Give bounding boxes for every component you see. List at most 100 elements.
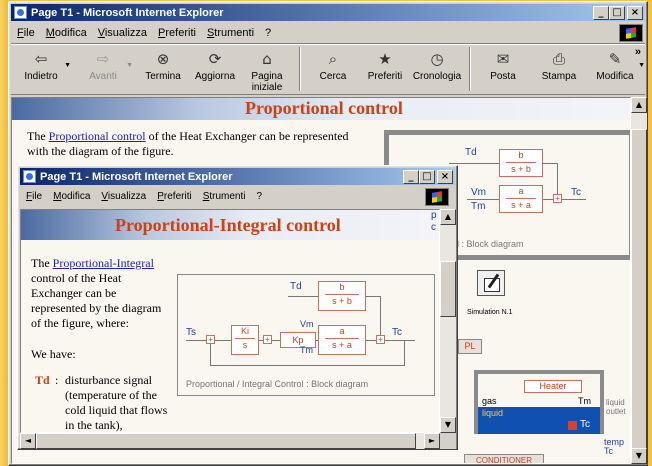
pi-diagram-caption: Proportional / Integral Control : Block …: [186, 379, 369, 389]
forward-button[interactable]: ⇨ Avanti ▼: [77, 44, 133, 82]
inner-menu-visualizza[interactable]: Visualizza: [101, 191, 146, 202]
menu-visualizza[interactable]: Visualizza: [98, 27, 147, 39]
menu-file[interactable]: File: [17, 27, 35, 39]
outer-vertical-scrollbar[interactable]: ▲ ▼: [631, 97, 647, 464]
plant-tm-label: Tm: [578, 396, 591, 406]
wire: [288, 296, 318, 297]
inner-maximize-button[interactable]: □: [419, 170, 435, 184]
proportional-integral-link[interactable]: Proportional-Integral: [53, 256, 154, 270]
wire: [380, 296, 381, 335]
inner-scroll-up-button[interactable]: ▲: [440, 209, 456, 225]
outer-menu-bar: File Modifica Visualizza Preferiti Strum…: [11, 23, 645, 42]
inner-page-heading: Proportional-Integral control: [115, 215, 341, 235]
inner-vertical-scrollbar[interactable]: ▲ ▼: [440, 209, 456, 433]
history-button[interactable]: ◷ Cronologia: [411, 44, 463, 82]
outer-a-block: as + a: [499, 185, 543, 213]
toolbar-separator: [469, 47, 471, 91]
outer-vm-label: Vm: [471, 187, 486, 198]
wire: [366, 340, 376, 341]
inner-title-bar[interactable]: Page T1 - Microsoft Internet Explorer _ …: [20, 168, 455, 185]
inner-scroll-thumb[interactable]: [440, 261, 456, 317]
inner-scroll-right-button[interactable]: ►: [424, 433, 440, 449]
wire: [404, 340, 405, 366]
simulation-label[interactable]: Simulation N.1: [467, 309, 513, 316]
menu-modifica[interactable]: Modifica: [46, 27, 87, 39]
refresh-icon: ⟳: [208, 49, 222, 68]
inner-menu-strumenti[interactable]: Strumenti: [203, 191, 246, 202]
wire: [210, 344, 211, 366]
print-button[interactable]: ⎙ Stampa: [533, 44, 585, 82]
outer-intro-text: The Proportional control of the Heat Exc…: [27, 129, 349, 158]
inner-menu-modifica[interactable]: Modifica: [53, 191, 90, 202]
we-have-text: We have:: [31, 347, 76, 361]
favorites-button[interactable]: ★ Preferiti: [359, 44, 411, 82]
plant-tc-label: Tc: [580, 419, 590, 430]
inner-minimize-button[interactable]: _: [403, 170, 419, 184]
forward-dropdown-icon[interactable]: ▼: [126, 60, 133, 71]
menu-strumenti[interactable]: Strumenti: [207, 27, 254, 39]
inner-hscroll-thumb[interactable]: [36, 433, 416, 449]
ie-page-icon: [23, 170, 36, 183]
outer-tc-label: Tc: [571, 187, 581, 198]
menu-preferiti[interactable]: Preferiti: [158, 27, 196, 39]
outer-window-title: Page T1 - Microsoft Internet Explorer: [31, 6, 224, 19]
inner-close-button[interactable]: ×: [437, 170, 453, 184]
simulation-icon[interactable]: [477, 270, 505, 296]
search-button[interactable]: ⌕ Cerca: [307, 44, 359, 82]
back-button[interactable]: ⇦ Indietro ▼: [15, 44, 71, 82]
pi-tc-label: Tc: [392, 327, 402, 338]
pi-summing-junction-2: +: [263, 335, 272, 344]
liquid-outlet-label: liquid outlet: [606, 398, 626, 416]
edit-button[interactable]: ✎ Modifica ▼: [589, 44, 645, 82]
outer-summing-junction: +: [553, 194, 562, 203]
td-term: Td: [35, 373, 50, 387]
wire: [272, 340, 280, 341]
wire: [562, 199, 586, 200]
outer-title-bar[interactable]: Page T1 - Microsoft Internet Explorer _ …: [11, 4, 645, 21]
home-button[interactable]: ⌂ Pagina iniziale: [241, 44, 293, 93]
outer-tm-label: Tm: [471, 201, 486, 212]
proportional-control-link[interactable]: Proportional control: [49, 129, 146, 143]
outer-diagram-caption: rol : Block diagram: [449, 239, 524, 249]
inner-scroll-left-button[interactable]: ◄: [20, 433, 36, 449]
tc-sensor: [568, 421, 577, 430]
toolbar-separator: [299, 47, 301, 91]
edit-dropdown-icon[interactable]: ▼: [638, 60, 645, 71]
wire: [210, 365, 405, 366]
outer-scroll-thumb[interactable]: [631, 129, 647, 459]
inner-horizontal-scrollbar[interactable]: ◄ ►: [20, 433, 440, 449]
plant-pl-box: PL: [458, 339, 482, 354]
outer-td-label: Td: [465, 147, 477, 158]
back-dropdown-icon[interactable]: ▼: [64, 60, 71, 71]
outer-scroll-up-button[interactable]: ▲: [631, 97, 647, 113]
maximize-button[interactable]: □: [609, 6, 625, 20]
minimize-button[interactable]: _: [593, 6, 609, 20]
outer-scroll-down-button[interactable]: ▼: [631, 448, 647, 464]
history-icon: ◷: [430, 49, 444, 68]
inner-menu-bar: File Modifica Visualizza Preferiti Strum…: [20, 187, 455, 206]
inner-scroll-down-button[interactable]: ▼: [440, 417, 456, 433]
toolbar-chevron-icon[interactable]: »: [635, 46, 641, 58]
plant-tank: Heater gas Tm liquid Tc: [474, 370, 604, 434]
forward-arrow-icon: ⇨: [96, 49, 110, 68]
inner-size-grip[interactable]: [440, 433, 456, 449]
pi-summing-junction-3: +: [376, 335, 385, 344]
inner-window-title: Page T1 - Microsoft Internet Explorer: [40, 170, 233, 183]
inner-menu-preferiti[interactable]: Preferiti: [157, 191, 191, 202]
outer-page-heading: Proportional control: [245, 98, 403, 118]
inner-menu-file[interactable]: File: [26, 191, 42, 202]
inner-corner-text: p c: [431, 210, 437, 233]
pi-tm-label: Tm: [300, 345, 313, 355]
close-button[interactable]: ×: [627, 6, 643, 20]
stop-icon: ⊗: [156, 49, 170, 68]
stop-button[interactable]: ⊗ Termina: [137, 44, 189, 82]
refresh-button[interactable]: ⟳ Aggiorna: [189, 44, 241, 82]
pi-vm-label: Vm: [300, 319, 314, 329]
pi-ts-label: Ts: [186, 327, 196, 338]
inner-menu-help[interactable]: ?: [257, 191, 263, 202]
wire: [557, 163, 558, 194]
wire: [186, 340, 206, 341]
menu-help[interactable]: ?: [265, 27, 271, 39]
wire: [543, 199, 553, 200]
mail-button[interactable]: ✉ Posta: [477, 44, 529, 82]
